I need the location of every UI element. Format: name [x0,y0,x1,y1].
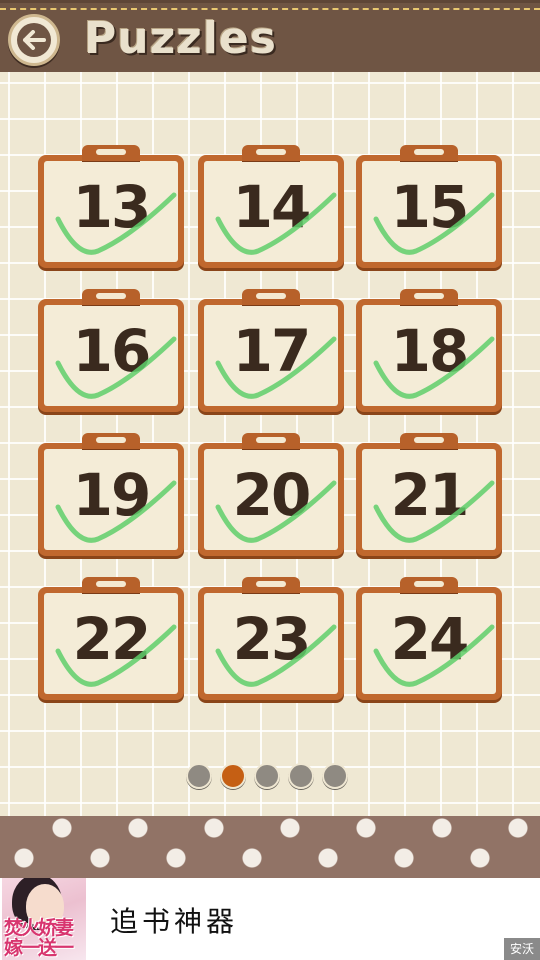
level-card[interactable]: 14 [198,145,344,268]
check-mark-icon [215,192,337,255]
check-mark-icon [373,336,495,399]
ad-banner[interactable]: 焚火娇妻 嫁一送一 追书神器 安沃 [0,878,540,960]
level-card-frame: 14 [198,155,344,268]
ad-thumbnail-text: 焚火娇妻 [4,917,74,939]
level-card-frame: 18 [356,299,502,412]
ad-badge: 安沃 [504,938,540,960]
page-dot[interactable] [288,763,314,789]
level-card[interactable]: 16 [38,289,184,412]
check-mark-icon [215,624,337,687]
level-grid: 13 14 15 16 17 18 19 20 21 22 23 24 [38,145,504,705]
check-mark-icon [215,336,337,399]
clipboard-clip [242,289,300,305]
level-card-frame: 19 [38,443,184,556]
clipboard-clip [400,289,458,305]
check-mark-icon [55,624,177,687]
check-mark-icon [55,480,177,543]
clipboard-clip [400,577,458,593]
clipboard-clip [400,145,458,161]
check-mark-icon [215,480,337,543]
header-bar: Puzzles [0,0,540,83]
level-card-frame: 23 [198,587,344,700]
page-indicator [186,763,348,789]
page-dot[interactable] [186,763,212,789]
clipboard-clip [82,289,140,305]
check-mark-icon [373,480,495,543]
level-card[interactable]: 22 [38,577,184,700]
clipboard-clip [82,577,140,593]
level-card[interactable]: 24 [356,577,502,700]
level-card[interactable]: 18 [356,289,502,412]
check-mark-icon [373,192,495,255]
level-card[interactable]: 19 [38,433,184,556]
level-card[interactable]: 21 [356,433,502,556]
clipboard-clip [400,433,458,449]
ad-thumbnail-text: 嫁一送一 [4,937,74,959]
clipboard-clip [242,577,300,593]
level-card-frame: 24 [356,587,502,700]
back-button[interactable] [8,14,60,66]
level-card-frame: 16 [38,299,184,412]
level-card-frame: 20 [198,443,344,556]
level-card-frame: 17 [198,299,344,412]
page-title: Puzzles [84,13,277,64]
page-dot[interactable] [322,763,348,789]
page-dot-active[interactable] [220,763,246,789]
clipboard-clip [242,433,300,449]
back-arrow-icon [17,23,51,57]
check-mark-icon [55,192,177,255]
level-card[interactable]: 23 [198,577,344,700]
clipboard-clip [242,145,300,161]
ad-thumbnail[interactable]: 焚火娇妻 嫁一送一 [2,878,86,960]
level-card-frame: 22 [38,587,184,700]
check-mark-icon [55,336,177,399]
polka-dot-footer-strip [0,816,540,878]
clipboard-clip [82,145,140,161]
page-dot[interactable] [254,763,280,789]
check-mark-icon [373,624,495,687]
ad-title[interactable]: 追书神器 [110,900,238,940]
level-card[interactable]: 20 [198,433,344,556]
level-card[interactable]: 13 [38,145,184,268]
level-card-frame: 13 [38,155,184,268]
level-card[interactable]: 15 [356,145,502,268]
level-card[interactable]: 17 [198,289,344,412]
clipboard-clip [82,433,140,449]
level-card-frame: 21 [356,443,502,556]
level-card-frame: 15 [356,155,502,268]
